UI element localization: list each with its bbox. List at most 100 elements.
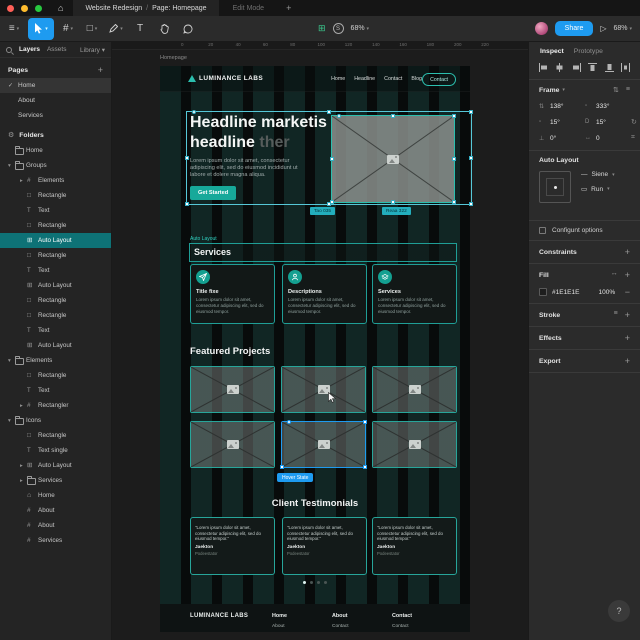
text-tool-button[interactable]: T — [130, 18, 150, 40]
project-placeholder[interactable] — [190, 421, 275, 468]
align-bottom-icon[interactable] — [604, 62, 615, 73]
layer-row[interactable]: Auto Layout — [0, 338, 111, 353]
layer-row[interactable]: Text — [0, 383, 111, 398]
service-card[interactable]: Descriptions Lorem ipsum dolor sit amet,… — [282, 264, 367, 324]
frame-tool-button[interactable]: #▾ — [58, 18, 78, 40]
fill-hex-value[interactable]: #1E1E1E — [552, 289, 579, 296]
project-placeholder[interactable] — [281, 421, 366, 468]
layer-row[interactable]: Elements — [0, 173, 111, 188]
new-tab-button[interactable]: + — [278, 3, 299, 13]
search-icon[interactable] — [6, 47, 12, 53]
layer-row[interactable]: Rectangle — [0, 308, 111, 323]
layer-row[interactable]: Rectangle — [0, 368, 111, 383]
main-menu-button[interactable]: ≡▾ — [4, 18, 24, 40]
swap-icon[interactable]: ⇅ — [613, 86, 619, 94]
height-field[interactable]: D15° — [585, 116, 629, 128]
present-button[interactable]: ▷ — [600, 24, 606, 33]
pen-tool-button[interactable]: ▾ — [106, 18, 126, 40]
layer-row[interactable]: About — [0, 503, 111, 518]
expand-caret-icon[interactable] — [20, 463, 27, 469]
tab-layers[interactable]: Layers — [19, 46, 40, 53]
expand-caret-icon[interactable] — [8, 418, 15, 424]
blend-icon[interactable]: ↔ — [611, 270, 618, 280]
zoom-dropdown[interactable]: 68% ▾ — [614, 25, 632, 32]
comment-tool-button[interactable] — [178, 18, 198, 40]
expand-caret-icon[interactable] — [8, 358, 15, 364]
align-right-icon[interactable] — [571, 62, 582, 73]
selection-handle[interactable] — [185, 156, 189, 160]
selection-handle[interactable] — [287, 420, 291, 424]
page-item[interactable]: ✓ About — [0, 93, 111, 108]
edit-mode-tab[interactable]: Edit Mode — [219, 5, 279, 12]
plugin-icon[interactable]: ⊞ — [318, 23, 326, 34]
rotation-field[interactable]: ⊥0° — [539, 132, 583, 144]
constrain-proportions-icon[interactable]: ↻ — [631, 118, 640, 126]
project-placeholder[interactable] — [190, 366, 275, 413]
layer-row[interactable]: Auto Layout — [0, 458, 111, 473]
maximize-window-button[interactable] — [35, 5, 42, 12]
y-position-field[interactable]: ▫333° — [585, 100, 629, 112]
page-item[interactable]: ✓ Services — [0, 108, 111, 123]
selection-handle[interactable] — [469, 156, 473, 160]
fill-color-row[interactable]: #1E1E1E 100% − — [539, 287, 630, 297]
file-tab[interactable]: Website Redesign / Page: Homepage — [73, 0, 218, 16]
layer-row[interactable]: Rectangler — [0, 398, 111, 413]
wrap-dropdown[interactable]: ▭Run▾ — [581, 185, 615, 193]
testimonial-card[interactable]: "Lorem ipsum dolor sit amet, consectetur… — [190, 517, 275, 575]
move-tool-button[interactable]: ▾ — [28, 18, 54, 40]
frame-name-label[interactable]: Homepage — [160, 55, 187, 61]
layer-row[interactable]: Elements — [0, 353, 111, 368]
layer-row[interactable]: Rectangle — [0, 293, 111, 308]
layer-row[interactable]: Auto Layout — [0, 233, 111, 248]
layer-row[interactable]: Services — [0, 473, 111, 488]
component-badge-icon[interactable]: S — [333, 23, 344, 34]
project-placeholder[interactable] — [372, 366, 457, 413]
tab-prototype[interactable]: Prototype — [574, 48, 603, 55]
project-placeholder[interactable] — [372, 421, 457, 468]
stroke-style-icon[interactable]: ≡ — [614, 310, 618, 320]
tab-assets[interactable]: Assets — [47, 46, 67, 53]
direction-dropdown[interactable]: —Siene▾ — [581, 171, 615, 178]
selection-handle[interactable] — [185, 202, 189, 206]
service-card[interactable]: Title fixe Lorem ipsum dolor sit amet, c… — [190, 264, 275, 324]
align-left-icon[interactable] — [538, 62, 549, 73]
layer-row[interactable]: Rectangle — [0, 248, 111, 263]
layer-row[interactable]: Services — [0, 533, 111, 548]
add-effect-button[interactable]: + — [625, 333, 630, 343]
fill-opacity-value[interactable]: 100% — [598, 289, 615, 296]
layer-row[interactable]: Text — [0, 323, 111, 338]
layer-row[interactable]: Groups — [0, 158, 111, 173]
selection-handle[interactable] — [280, 465, 284, 469]
add-stroke-button[interactable]: + — [625, 310, 630, 320]
share-button[interactable]: Share — [555, 21, 594, 36]
tab-inspect[interactable]: Inspect — [540, 48, 564, 55]
services-heading-frame[interactable]: Services — [189, 243, 457, 262]
carousel-dots[interactable] — [160, 581, 470, 584]
minimize-window-button[interactable] — [21, 5, 28, 12]
expand-corners-icon[interactable]: ⌗ — [631, 134, 640, 142]
layer-row[interactable]: About — [0, 518, 111, 533]
layer-row[interactable]: Text single — [0, 443, 111, 458]
frame-section-title[interactable]: Frame — [539, 87, 559, 94]
padding-control[interactable] — [539, 171, 571, 203]
selection-handle[interactable] — [363, 465, 367, 469]
project-placeholder[interactable] — [281, 366, 366, 413]
remove-fill-button[interactable]: − — [625, 287, 630, 297]
hand-tool-button[interactable] — [154, 18, 174, 40]
width-field[interactable]: ▫15° — [539, 116, 583, 128]
testimonial-card[interactable]: "Lorem ipsum dolor sit amet, consectetur… — [372, 517, 457, 575]
add-export-button[interactable]: + — [625, 356, 630, 366]
selection-handle[interactable] — [363, 420, 367, 424]
layer-row[interactable]: Auto Layout — [0, 278, 111, 293]
expand-caret-icon[interactable] — [8, 163, 15, 169]
configure-options-row[interactable]: Configunt options — [539, 227, 630, 234]
layer-row[interactable]: Rectangle — [0, 218, 111, 233]
user-avatar[interactable] — [535, 22, 548, 35]
canvas[interactable]: 020406080100120140160180200220 020406080… — [112, 42, 528, 640]
layer-row[interactable]: Text — [0, 263, 111, 278]
close-window-button[interactable] — [7, 5, 14, 12]
expand-caret-icon[interactable] — [20, 478, 27, 484]
align-top-icon[interactable] — [587, 62, 598, 73]
service-card[interactable]: Services Lorem ipsum dolor sit amet, con… — [372, 264, 457, 324]
layer-row[interactable]: Text — [0, 203, 111, 218]
